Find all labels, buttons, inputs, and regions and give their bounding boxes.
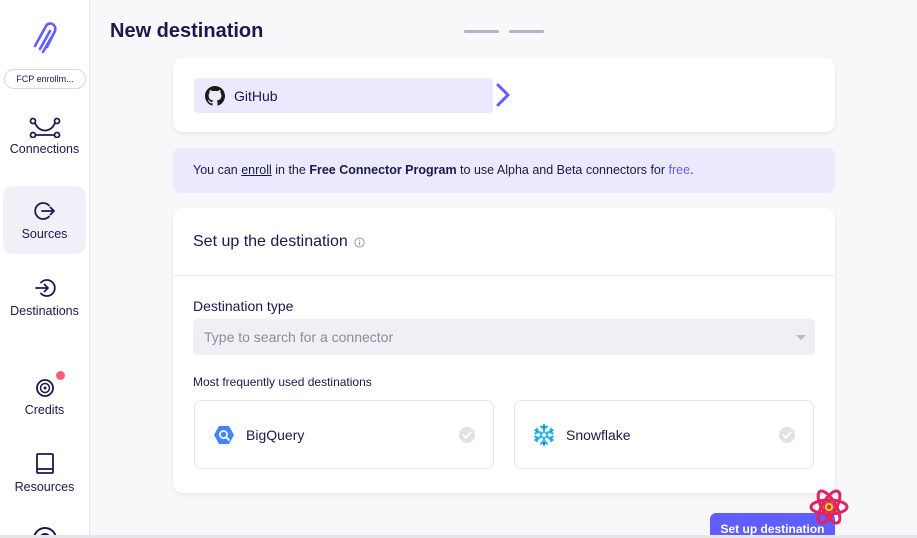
loading-indicator bbox=[509, 30, 544, 33]
github-icon bbox=[205, 85, 225, 106]
banner-text: . bbox=[690, 163, 694, 177]
connector-search-input[interactable]: Type to search for a connector bbox=[193, 319, 815, 355]
bigquery-icon bbox=[214, 425, 234, 444]
chevron-down-icon[interactable] bbox=[796, 335, 806, 340]
sources-icon bbox=[33, 202, 55, 220]
banner-text: in the bbox=[271, 163, 310, 177]
setup-title: Set up the destination bbox=[193, 233, 365, 251]
source-chip[interactable]: GitHub bbox=[194, 78, 493, 113]
snowflake-icon bbox=[534, 423, 554, 446]
destinations-icon bbox=[34, 279, 56, 297]
credits-icon bbox=[35, 379, 54, 397]
fcp-banner: You can enroll in the Free Connector Pro… bbox=[173, 148, 835, 193]
sidebar-item-resources[interactable]: Resources bbox=[3, 442, 86, 510]
check-circle-icon bbox=[459, 427, 475, 443]
sidebar-item-sources[interactable]: Sources bbox=[3, 186, 86, 254]
destination-option-snowflake[interactable]: Snowflake bbox=[514, 400, 814, 469]
info-icon[interactable] bbox=[354, 236, 365, 248]
setup-destination-card: Set up the destination Destination type … bbox=[173, 208, 835, 493]
sidebar-item-destinations[interactable]: Destinations bbox=[3, 264, 86, 332]
free-text: free bbox=[668, 163, 691, 177]
source-card: GitHub bbox=[173, 58, 835, 132]
destination-type-label: Destination type bbox=[193, 298, 294, 314]
program-name: Free Connector Program bbox=[309, 163, 457, 177]
destination-name: Snowflake bbox=[566, 426, 631, 443]
check-circle-icon bbox=[779, 427, 795, 443]
sidebar-item-label: Resources bbox=[14, 480, 75, 494]
banner-text: to use Alpha and Beta connectors for bbox=[456, 163, 669, 177]
sidebar-item-label: Connections bbox=[9, 142, 80, 156]
frequent-destinations-label: Most frequently used destinations bbox=[193, 375, 372, 389]
sidebar-item-label: Credits bbox=[24, 403, 65, 417]
destination-option-bigquery[interactable]: BigQuery bbox=[194, 400, 494, 469]
react-devtools-icon[interactable] bbox=[808, 487, 850, 527]
destination-name: BigQuery bbox=[246, 426, 305, 443]
source-name: GitHub bbox=[234, 87, 278, 104]
page-title: New destination bbox=[110, 20, 264, 42]
sidebar-item-credits[interactable]: Credits bbox=[3, 366, 86, 434]
sidebar-item-label: Sources bbox=[21, 227, 68, 241]
enroll-link[interactable]: enroll bbox=[241, 163, 272, 177]
banner-text: You can bbox=[193, 163, 242, 177]
loading-indicator bbox=[464, 30, 499, 33]
sidebar-item-connections[interactable]: Connections bbox=[3, 116, 86, 184]
notification-badge bbox=[56, 371, 65, 380]
search-placeholder: Type to search for a connector bbox=[204, 329, 394, 345]
divider bbox=[173, 275, 835, 276]
chevron-right-icon bbox=[496, 83, 510, 107]
setup-title-text: Set up the destination bbox=[193, 233, 348, 250]
connections-icon bbox=[29, 117, 60, 138]
airbyte-logo-icon[interactable] bbox=[26, 20, 62, 56]
workspace-selector[interactable]: FCP enrollm... bbox=[4, 69, 86, 89]
sidebar-item-label: Destinations bbox=[10, 304, 79, 318]
sidebar: FCP enrollm... Connections Sources Desti… bbox=[0, 0, 90, 538]
resources-icon bbox=[35, 453, 54, 474]
